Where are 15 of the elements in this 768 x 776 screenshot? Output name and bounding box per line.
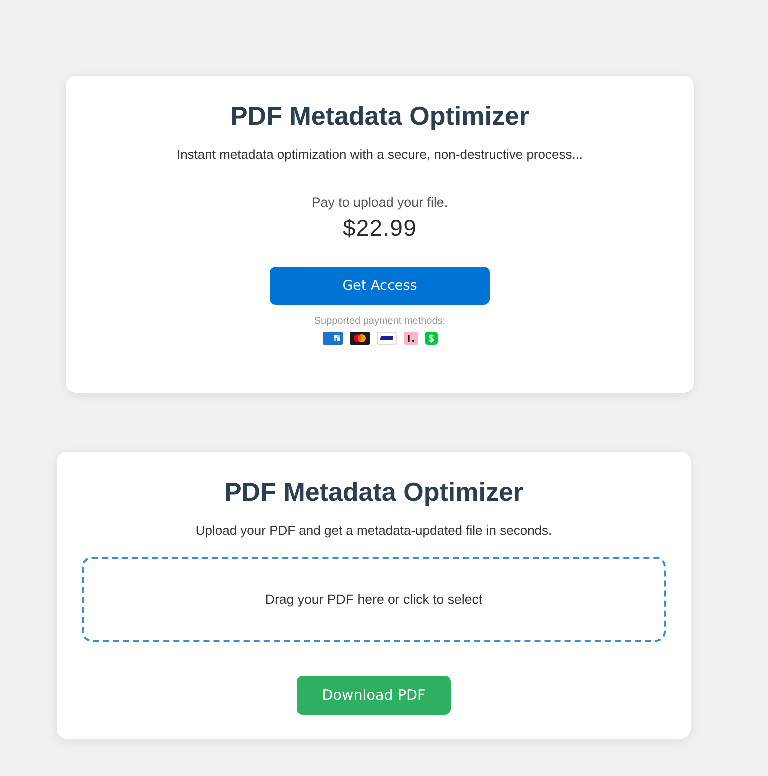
card-title: PDF Metadata Optimizer (230, 101, 530, 131)
payment-methods-label: Supported payment methods: (314, 315, 446, 328)
download-pdf-button[interactable]: Download PDF (297, 676, 451, 715)
card-title: PDF Metadata Optimizer (224, 477, 524, 507)
card-subtitle: Upload your PDF and get a metadata-updated file in seconds. (196, 522, 552, 540)
dollar-icon (424, 332, 438, 345)
tile-icon (404, 332, 418, 345)
card-subtitle: Instant metadata optimization with a secure, non-destructive process... (176, 146, 584, 164)
upload-prompt: Pay to upload your file. (312, 194, 448, 212)
price-label: $22.99 (343, 215, 417, 241)
get-access-button[interactable]: Get Access (270, 267, 490, 305)
card-icon (322, 332, 342, 345)
striped-card-icon (376, 332, 396, 345)
overlapping-circles-icon (350, 332, 370, 345)
file-drop-zone[interactable]: Drag your PDF here or click to select (82, 557, 666, 642)
